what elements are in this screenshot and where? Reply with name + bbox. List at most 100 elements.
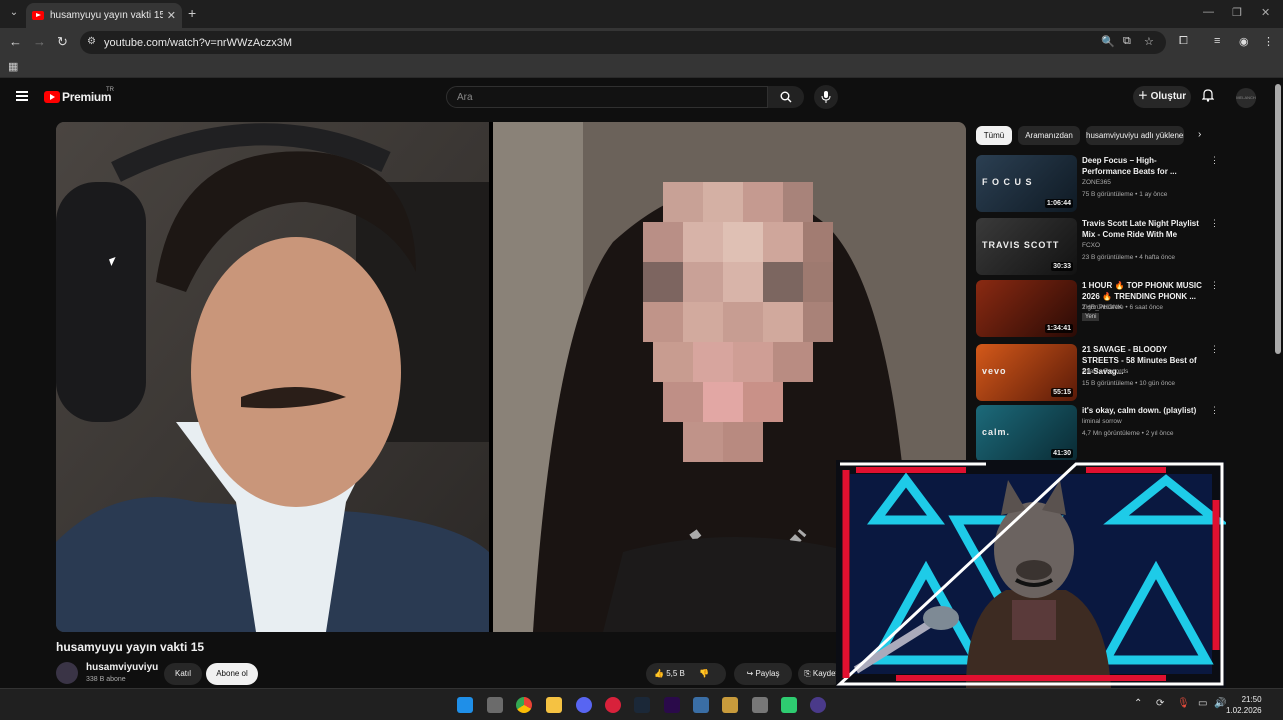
system-clock[interactable]: 21:50 1.02.2026 [1226, 694, 1262, 716]
app-icon[interactable] [693, 697, 709, 713]
menu-dots-icon[interactable]: ⋮ [1263, 35, 1274, 48]
video-thumbnail[interactable]: F O C U S 1:06:44 [976, 155, 1077, 212]
tab-close-icon[interactable]: ✕ [167, 9, 176, 22]
recommendation-title[interactable]: Travis Scott Late Night Playlist Mix - C… [1082, 218, 1202, 240]
share-button[interactable]: ↪ Paylaş [734, 663, 792, 685]
recommendation-card[interactable]: vevo 55:15 21 SAVAGE - BLOODY STREETS - 58… [976, 344, 1219, 402]
tray-chevron-icon[interactable]: ⌃ [1134, 698, 1142, 709]
chip-channel-uploads[interactable]: husamviyuviyu adlı yüklenen [1086, 126, 1184, 145]
recommendation-channel[interactable]: Atlanta Records [1082, 368, 1128, 375]
premiere-icon[interactable] [664, 697, 680, 713]
recommendation-card[interactable]: 1:34:41 1 HOUR 🔥 TOP PHONK MUSIC 2026 🔥 T… [976, 280, 1219, 338]
search-input[interactable]: Ara [446, 86, 768, 108]
join-button[interactable]: Katıl [164, 663, 202, 685]
like-dislike-group[interactable]: 👍 5,5 B 👎 [646, 663, 726, 685]
youtube-logo-icon[interactable] [44, 91, 60, 103]
save-label: Kaydet [812, 669, 838, 678]
address-bar[interactable]: ⚙ youtube.com/watch?v=nrWWzAczx3M 🔍 ⧉ ☆ [80, 31, 1166, 54]
like-icon[interactable]: 👍 [654, 669, 664, 678]
bookmark-star-icon[interactable]: ☆ [1144, 35, 1154, 48]
subscriber-count: 338 B abone [86, 676, 126, 683]
volume-icon[interactable]: 🔊 [1214, 698, 1226, 709]
chevron-right-icon[interactable]: › [1198, 129, 1201, 140]
more-icon[interactable]: ⋮ [1210, 344, 1219, 355]
video-thumbnail[interactable]: 1:34:41 [976, 280, 1077, 337]
browser-tab-strip: ⌄ husamyuyu yayın vakti 15 - YouTube ✕ +… [0, 0, 1283, 28]
recommendation-card[interactable]: F O C U S 1:06:44 Deep Focus – High-Perfor… [976, 155, 1219, 213]
media-icon[interactable]: ≡ [1214, 35, 1220, 47]
more-icon[interactable]: ⋮ [1210, 218, 1219, 229]
maximize-icon[interactable]: ❐ [1232, 6, 1242, 19]
chrome-icon[interactable] [516, 697, 532, 713]
more-icon[interactable]: ⋮ [1210, 405, 1219, 416]
minimize-icon[interactable]: — [1203, 6, 1214, 18]
forward-icon[interactable]: → [33, 34, 46, 49]
more-icon[interactable]: ⋮ [1210, 280, 1219, 291]
network-icon[interactable]: ▭ [1198, 698, 1207, 709]
new-tab-icon[interactable]: + [188, 5, 196, 21]
more-icon[interactable]: ⋮ [1210, 155, 1219, 166]
video-thumbnail[interactable]: vevo 55:15 [976, 344, 1077, 401]
task-view-icon[interactable] [487, 697, 503, 713]
start-icon[interactable] [457, 697, 473, 713]
back-icon[interactable]: ← [9, 34, 22, 49]
account-avatar[interactable]: MELANCH [1236, 88, 1256, 108]
file-explorer-icon[interactable] [546, 697, 562, 713]
reload-icon[interactable]: ↻ [57, 34, 68, 50]
video-thumbnail[interactable]: TRAVIS SCOTT 30:33 [976, 218, 1077, 275]
search-button[interactable] [768, 86, 804, 108]
mic-tray-icon[interactable]: 🎙 [1177, 698, 1190, 709]
video-thumbnail[interactable]: calm. 41:30 [976, 405, 1077, 462]
recommendation-title[interactable]: it's okay, calm down. (playlist) [1082, 405, 1202, 416]
left-webcam-feed [56, 122, 489, 632]
windows-taskbar: ⌃ ⟳ 🎙 ▭ 🔊 21:50 1.02.2026 [0, 688, 1283, 720]
recommendation-channel[interactable]: FCXO [1082, 242, 1100, 249]
recommendation-channel[interactable]: ZONE365 [1082, 179, 1111, 186]
vtuber-app-icon[interactable] [810, 697, 826, 713]
league-icon[interactable] [722, 697, 738, 713]
recommendation-title[interactable]: 1 HOUR 🔥 TOP PHONK MUSIC 2026 🔥 TRENDING… [1082, 280, 1202, 302]
chip-all[interactable]: Tümü [976, 126, 1012, 145]
recommendation-meta: 2 görüntüleme • 6 saat önce [1082, 304, 1164, 311]
discord-icon[interactable] [576, 697, 592, 713]
subscribe-button[interactable]: Abone ol [206, 663, 258, 685]
obs-icon[interactable] [781, 697, 797, 713]
youtube-header: Premium TR Ara ＋ Oluştur MELANCH [0, 80, 1272, 116]
create-label: Oluştur [1150, 91, 1187, 102]
sync-icon[interactable]: ⟳ [1156, 698, 1164, 709]
hamburger-menu-icon[interactable] [16, 91, 28, 101]
install-icon[interactable]: ⧉ [1123, 35, 1131, 48]
zoom-icon[interactable]: 🔍 [1101, 35, 1115, 48]
url-text: youtube.com/watch?v=nrWWzAczx3M [104, 36, 292, 49]
recommendation-card[interactable]: TRAVIS SCOTT 30:33 Travis Scott Late Night… [976, 218, 1219, 276]
recommendation-meta: 15 B görüntüleme • 10 gün önce [1082, 380, 1175, 387]
recommendation-channel[interactable]: liminal sorrow [1082, 418, 1122, 425]
page-scrollbar[interactable] [1275, 84, 1281, 354]
create-button[interactable]: ＋ Oluştur [1133, 86, 1191, 108]
window-close-icon[interactable]: ✕ [1261, 6, 1270, 19]
save-icon: ⎘ [804, 669, 811, 678]
channel-name[interactable]: husamviyuviyu [86, 662, 158, 673]
recommendation-card[interactable]: calm. 41:30 it's okay, calm down. (playlis… [976, 405, 1219, 463]
profile-icon[interactable]: ◉ [1239, 35, 1249, 48]
youtube-favicon-icon [32, 11, 44, 20]
notifications-bell-icon[interactable] [1201, 89, 1215, 105]
extensions-icon[interactable]: ⧠ [1179, 35, 1188, 48]
voice-search-button[interactable] [814, 85, 838, 109]
recommendation-title[interactable]: Deep Focus – High-Performance Beats for … [1082, 155, 1202, 177]
dislike-icon[interactable]: 👎 [699, 669, 709, 678]
chip-from-search[interactable]: Aramanızdan [1018, 126, 1080, 145]
duration-badge: 1:06:44 [1044, 199, 1073, 208]
vpn-icon[interactable] [605, 697, 621, 713]
youtube-brand[interactable]: Premium [62, 90, 112, 104]
video-player[interactable] [56, 122, 966, 632]
browser-tab[interactable]: husamyuyu yayın vakti 15 - YouTube ✕ [26, 3, 182, 28]
apps-grid-icon[interactable]: ▦ [8, 60, 18, 73]
steam-icon[interactable] [634, 697, 650, 713]
recommendation-meta: 75 B görüntüleme • 1 ay önce [1082, 191, 1168, 198]
channel-avatar[interactable] [56, 662, 78, 684]
duration-badge: 1:34:41 [1044, 324, 1073, 333]
site-info-icon[interactable]: ⚙ [87, 36, 96, 47]
tab-search-icon[interactable]: ⌄ [6, 5, 22, 21]
settings-icon[interactable] [752, 697, 768, 713]
